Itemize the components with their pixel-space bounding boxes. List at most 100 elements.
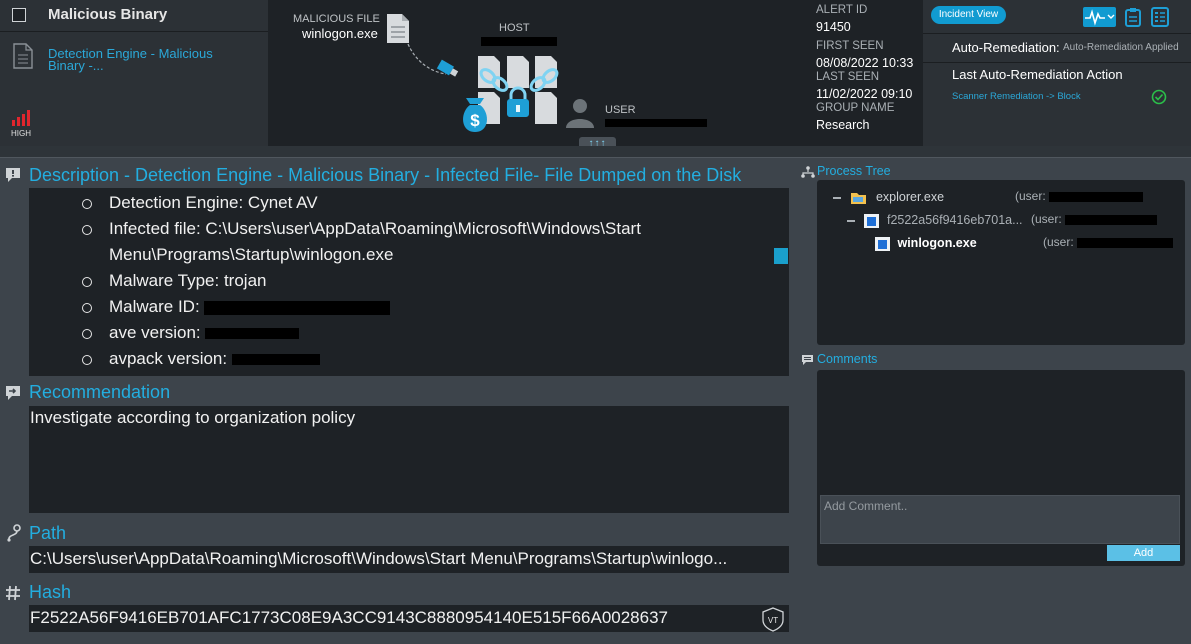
collapse-toggle[interactable] [847,219,855,222]
clipboard-icon[interactable] [1125,7,1141,27]
list-item: Malware Type: trojan [82,268,769,294]
auto-remediation-row: Auto-Remediation: Auto-Remediation Appli… [923,33,1191,63]
virustotal-badge-icon[interactable]: VT [760,606,786,632]
tree-node-winlogon[interactable]: winlogon.exe [875,236,977,251]
last-seen-label: LAST SEEN [816,71,880,83]
description-list: Detection Engine: Cynet AV Infected file… [82,190,769,372]
recommendation-title: Recommendation [29,382,171,402]
incident-graph: MALICIOUS FILE winlogon.exe HOST $ USER … [268,0,808,151]
list-item-label: Malware Type: trojan [109,271,267,290]
list-item: Infected file: C:\Users\user\AppData\Roa… [82,216,769,268]
tree-node-explorer[interactable]: explorer.exe [833,190,944,205]
check-circle-icon [1151,89,1167,105]
hash-icon [6,585,20,601]
description-box: Detection Engine: Cynet AV Infected file… [29,188,789,376]
tree-user-label: (user: [1031,212,1062,226]
alert-id-value: 91450 [816,20,851,34]
collapse-toggle[interactable] [833,196,841,199]
alert-id-label: ALERT ID [816,4,868,16]
list-item: Malware ID: [82,294,769,320]
hash-title: Hash [29,582,72,602]
list-item: Detection Engine: Cynet AV [82,190,769,216]
severity-label: HIGH [11,129,31,138]
tree-node-user: (user: [1015,189,1144,203]
comments-panel: Add [817,370,1185,566]
last-seen-value: 11/02/2022 09:10 [816,87,913,101]
path-value: C:\Users\user\AppData\Roaming\Microsoft\… [30,549,728,568]
user-name-redacted [605,119,707,127]
user-label: USER [605,104,636,116]
auto-remediation-status: Auto-Remediation Applied [1063,42,1179,53]
add-comment-button[interactable]: Add [1107,545,1180,561]
vt-badge-label: VT [768,616,778,625]
usb-icon [436,59,459,77]
host-label: HOST [499,22,530,34]
comment-icon [6,168,20,182]
user-icon[interactable] [564,96,596,128]
list-item-label: Malware ID: [109,297,200,316]
first-seen-value: 08/08/2022 10:33 [816,56,914,70]
list-item-label: ave version: [109,323,201,342]
alert-summary-panel: Malicious Binary Detection Engine - Mali… [0,0,268,146]
path-title: Path [29,523,67,543]
tree-icon [801,166,815,178]
tree-node-label: explorer.exe [875,190,945,204]
alert-header: Malicious Binary Detection Engine - Mali… [0,0,1191,151]
svg-text:$: $ [470,111,480,130]
section-divider [0,146,1191,158]
redacted-value [231,354,320,366]
remediation-panel: Incident View Auto-Remediation: Auto-Rem… [923,0,1191,146]
file-icon[interactable] [386,13,410,44]
tree-node-label: f2522a56f9416eb701a... [886,213,1023,227]
first-seen-label: FIRST SEEN [816,40,884,52]
recommendation-box: Investigate according to organization po… [29,406,789,513]
tree-user-label: (user: [1015,189,1046,203]
comments-icon [802,355,813,365]
recommendation-icon [6,386,20,400]
comments-title: Comments [817,352,878,366]
hash-box: F2522A56F9416EB701AFC1773C08E9A3CC9143C8… [29,605,789,632]
host-name-redacted [481,37,557,46]
hash-value: F2522A56F9416EB701AFC1773C08E9A3CC9143C8… [30,608,668,627]
list-item: ave version: [82,320,769,346]
exe-icon [875,236,890,251]
severity-bars-icon [12,110,30,126]
group-name-label: GROUP NAME [816,102,895,114]
redacted-user [1049,191,1144,202]
malicious-file-label: MALICIOUS FILE [293,13,380,25]
alert-meta: ALERT ID 91450 FIRST SEEN 08/08/2022 10:… [816,0,922,146]
last-action-link[interactable]: Scanner Remediation -> Block [952,91,1081,102]
redacted-value [204,300,391,315]
description-title: Description - Detection Engine - Malicio… [29,165,742,185]
money-bag-icon: $ [463,98,487,132]
tree-node-user: (user: [1031,212,1158,226]
alert-select-checkbox[interactable] [12,8,26,22]
comment-input[interactable] [820,495,1180,544]
malicious-file-name: winlogon.exe [302,26,378,41]
activity-icon[interactable] [1083,7,1116,27]
list-item: avpack version: [82,346,769,372]
redacted-user [1077,237,1174,248]
redacted-value [205,328,300,340]
process-tree: explorer.exe (user: f2522a56f9416eb701a.… [817,180,1185,345]
list-item-label: avpack version: [109,349,228,368]
tree-node-label: winlogon.exe [897,236,977,250]
redacted-user [1065,214,1158,225]
detection-link[interactable]: Detection Engine - Malicious Binary -... [48,47,248,72]
last-action-title: Last Auto-Remediation Action [952,67,1123,82]
incident-view-button[interactable]: Incident View [931,6,1006,24]
lock-icon [507,86,529,117]
tree-node-f2522a[interactable]: f2522a56f9416eb701a... [847,213,1023,228]
document-icon [13,43,33,69]
folder-icon [851,192,867,204]
auto-remediation-label: Auto-Remediation: [952,40,1060,55]
list-icon[interactable] [1151,7,1169,27]
tree-user-label: (user: [1043,235,1074,249]
process-tree-title: Process Tree [817,164,891,178]
scroll-marker[interactable] [774,248,788,264]
exe-icon [864,213,880,228]
group-name-value: Research [816,118,870,132]
tree-node-user: (user: [1043,235,1174,249]
path-icon [7,524,21,542]
recommendation-text: Investigate according to organization po… [30,408,356,427]
